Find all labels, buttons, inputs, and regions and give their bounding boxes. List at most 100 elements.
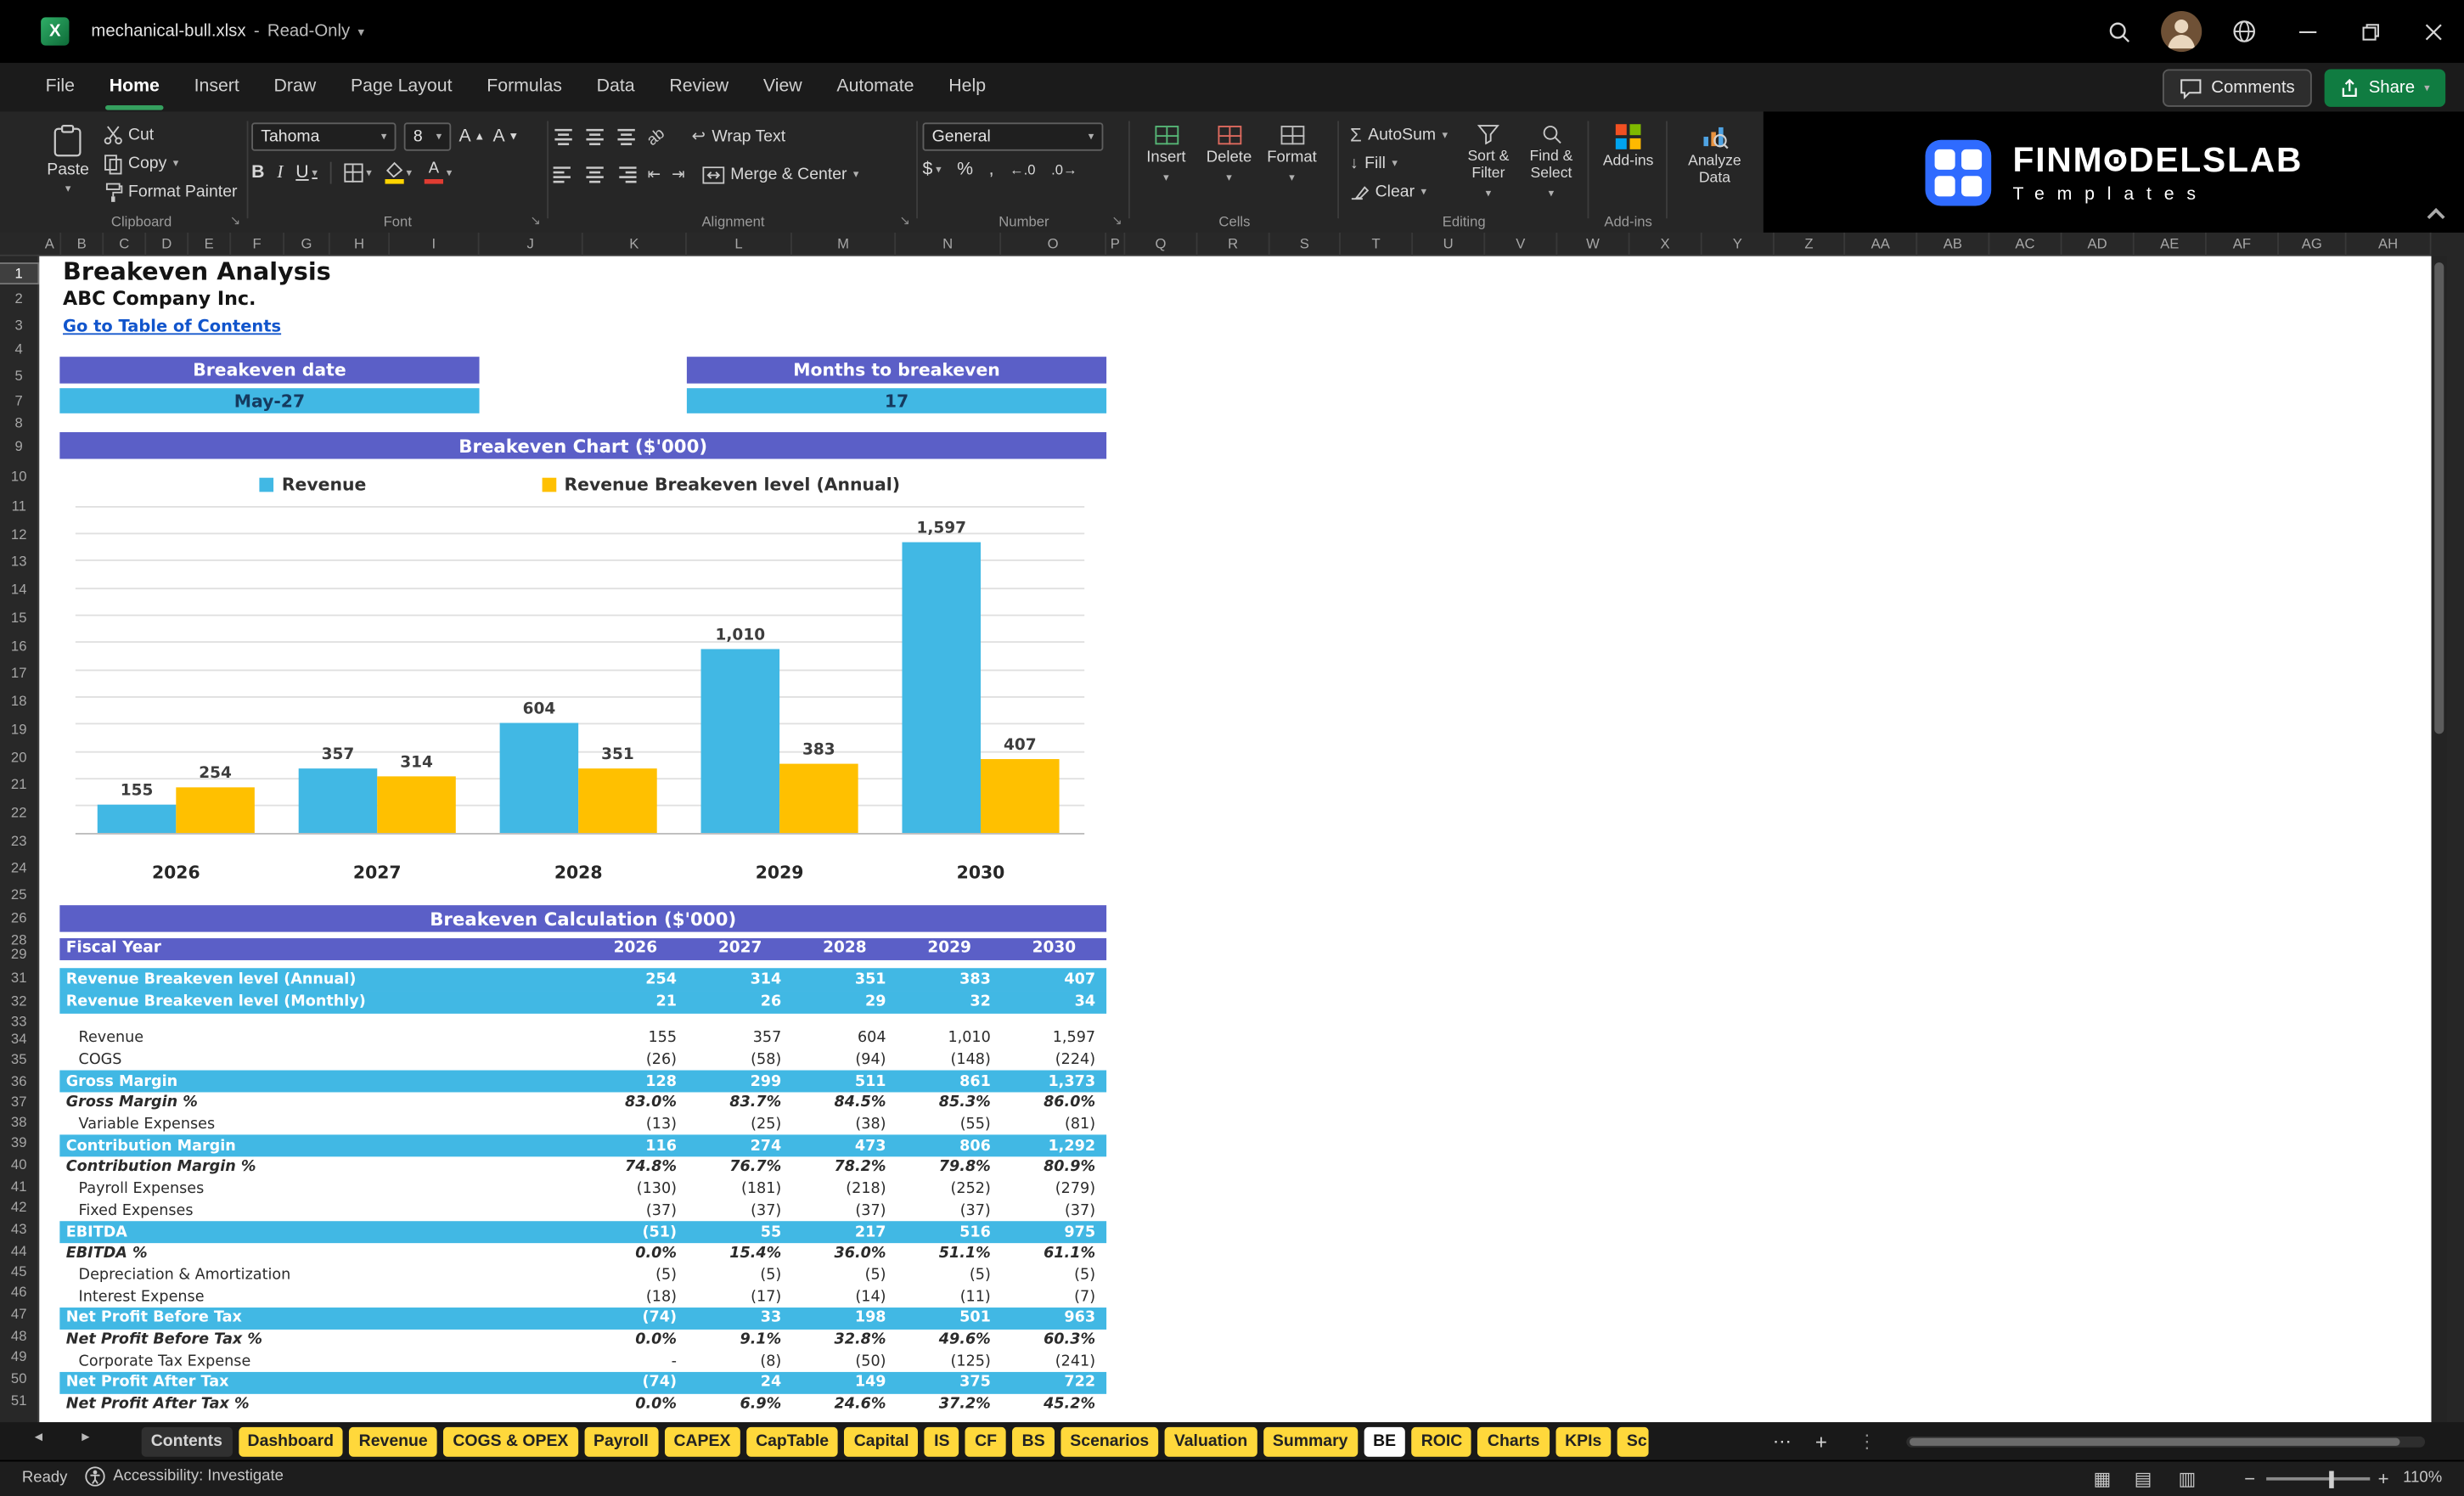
zoom-out-button[interactable]: − — [2244, 1468, 2255, 1490]
column-header-c[interactable]: C — [104, 232, 147, 256]
sheet-tab-charts[interactable]: Charts — [1477, 1426, 1550, 1457]
row-label[interactable]: Net Profit Before Tax % — [59, 1331, 582, 1348]
cell-value[interactable]: 83.7% — [688, 1094, 792, 1111]
row-header-46[interactable]: 46 — [0, 1282, 37, 1301]
cell-value[interactable]: 963 — [1002, 1309, 1106, 1326]
row-header-45[interactable]: 45 — [0, 1262, 37, 1280]
row-header-34[interactable]: 34 — [0, 1029, 37, 1048]
wrap-text-button[interactable]: ↩ Wrap Text — [685, 122, 791, 150]
italic-button[interactable]: I — [277, 163, 283, 182]
cell-value[interactable]: 32 — [897, 993, 1002, 1010]
row-header-47[interactable]: 47 — [0, 1304, 37, 1323]
row-header-23[interactable]: 23 — [0, 831, 37, 850]
cell-value[interactable]: (13) — [583, 1116, 688, 1133]
cell-value[interactable]: 55 — [688, 1223, 792, 1240]
column-header-v[interactable]: V — [1485, 232, 1558, 256]
column-header-y[interactable]: Y — [1702, 232, 1775, 256]
row-header-51[interactable]: 51 — [0, 1391, 37, 1409]
ribbon-tab-view[interactable]: View — [746, 63, 819, 111]
cell-value[interactable]: 1,373 — [1002, 1073, 1106, 1090]
cell-value[interactable]: 83.0% — [583, 1094, 688, 1111]
maximize-button[interactable] — [2338, 0, 2401, 63]
row-header-8[interactable]: 8 — [0, 413, 37, 432]
column-header-ac[interactable]: AC — [1989, 232, 2062, 256]
column-header-l[interactable]: L — [687, 232, 792, 256]
globe-button[interactable] — [2213, 0, 2276, 63]
column-header-aa[interactable]: AA — [1845, 232, 1918, 256]
ribbon-tab-home[interactable]: Home — [92, 63, 177, 111]
row-header-20[interactable]: 20 — [0, 748, 37, 767]
cell-value[interactable]: (81) — [1002, 1116, 1106, 1133]
cell-value[interactable]: 254 — [583, 970, 688, 987]
cell-value[interactable]: (5) — [792, 1267, 897, 1284]
cell-value[interactable]: 79.8% — [897, 1159, 1002, 1176]
cell-value[interactable]: 29 — [792, 993, 897, 1010]
column-header-s[interactable]: S — [1270, 232, 1341, 256]
sheet-tab-contents[interactable]: Contents — [141, 1426, 233, 1457]
cell-value[interactable]: 61.1% — [1002, 1245, 1106, 1262]
calculation-section-header[interactable]: Breakeven Calculation ($'000) — [59, 905, 1107, 932]
cell-value[interactable]: 74.8% — [583, 1159, 688, 1176]
column-header-n[interactable]: N — [896, 232, 1002, 256]
months-to-breakeven-value[interactable]: 17 — [686, 388, 1107, 413]
fill-button[interactable]: ↓ Fill ▾ — [1344, 149, 1457, 177]
alignment-dialog-launcher[interactable]: ↘ — [899, 214, 909, 228]
ribbon-tab-draw[interactable]: Draw — [256, 63, 333, 111]
row-header-32[interactable]: 32 — [0, 992, 37, 1010]
sheet-tab-kpis[interactable]: KPIs — [1555, 1426, 1612, 1457]
comma-style-button[interactable]: , — [989, 160, 994, 179]
row-header-12[interactable]: 12 — [0, 525, 37, 543]
cell-value[interactable]: 128 — [583, 1073, 688, 1090]
column-header-f[interactable]: F — [231, 232, 285, 256]
sheet-tab-cogs-opex[interactable]: COGS & OPEX — [443, 1426, 578, 1457]
font-size-select[interactable]: 8 ▾ — [403, 122, 452, 151]
cell-value[interactable]: (50) — [792, 1353, 897, 1369]
cell-value[interactable]: (5) — [583, 1267, 688, 1284]
sheet-tab-be[interactable]: BE — [1363, 1426, 1406, 1457]
row-header-18[interactable]: 18 — [0, 691, 37, 710]
chart-section-header[interactable]: Breakeven Chart ($'000) — [59, 432, 1107, 459]
row-header-38[interactable]: 38 — [0, 1113, 37, 1132]
new-sheet-button[interactable]: + — [1815, 1427, 1827, 1457]
decrease-indent-button[interactable]: ⇤ — [648, 166, 661, 183]
year-header-2027[interactable]: 2027 — [688, 940, 792, 957]
cell-value[interactable]: (94) — [792, 1051, 897, 1068]
cell-value[interactable]: 78.2% — [792, 1159, 897, 1176]
sheet-tab-cf[interactable]: CF — [965, 1426, 1007, 1457]
row-header-22[interactable]: 22 — [0, 803, 37, 822]
cell-value[interactable]: 149 — [792, 1374, 897, 1391]
cell-value[interactable]: (130) — [583, 1180, 688, 1197]
column-header-o[interactable]: O — [1001, 232, 1107, 256]
row-header-16[interactable]: 16 — [0, 637, 37, 655]
column-header-r[interactable]: R — [1197, 232, 1270, 256]
sheet-tab-dashboard[interactable]: Dashboard — [238, 1426, 344, 1457]
horizontal-scrollbar[interactable] — [1906, 1436, 2426, 1448]
column-header-w[interactable]: W — [1557, 232, 1630, 256]
column-header-b[interactable]: B — [61, 232, 104, 256]
sheet-tab-valuation[interactable]: Valuation — [1164, 1426, 1257, 1457]
row-header-2[interactable]: 2 — [0, 290, 37, 308]
row-header-49[interactable]: 49 — [0, 1347, 37, 1365]
excel-app-icon[interactable]: X — [41, 17, 70, 46]
breakeven-date-header[interactable]: Breakeven date — [59, 357, 480, 384]
accounting-format-button[interactable]: $ ▾ — [923, 160, 942, 179]
row-label[interactable]: Gross Margin — [59, 1073, 582, 1090]
row-label[interactable]: EBITDA — [59, 1223, 582, 1240]
column-header-e[interactable]: E — [188, 232, 232, 256]
cell-value[interactable]: 0.0% — [583, 1245, 688, 1262]
cell-value[interactable]: (25) — [688, 1116, 792, 1133]
cell-value[interactable]: - — [583, 1353, 688, 1369]
cell-value[interactable]: 975 — [1002, 1223, 1106, 1240]
year-header-2026[interactable]: 2026 — [583, 940, 688, 957]
cell-value[interactable]: 516 — [897, 1223, 1002, 1240]
row-header-25[interactable]: 25 — [0, 885, 37, 903]
column-header-h[interactable]: H — [330, 232, 391, 256]
cell-value[interactable]: 383 — [897, 970, 1002, 987]
row-label[interactable]: Gross Margin % — [59, 1094, 582, 1111]
cell-value[interactable]: (5) — [688, 1267, 792, 1284]
cell-value[interactable]: (37) — [688, 1202, 792, 1219]
align-top-button[interactable] — [554, 127, 574, 145]
increase-font-button[interactable]: A ▲ — [458, 127, 485, 146]
cut-button[interactable]: Cut — [97, 121, 244, 149]
vertical-scrollbar-thumb[interactable] — [2434, 262, 2444, 734]
